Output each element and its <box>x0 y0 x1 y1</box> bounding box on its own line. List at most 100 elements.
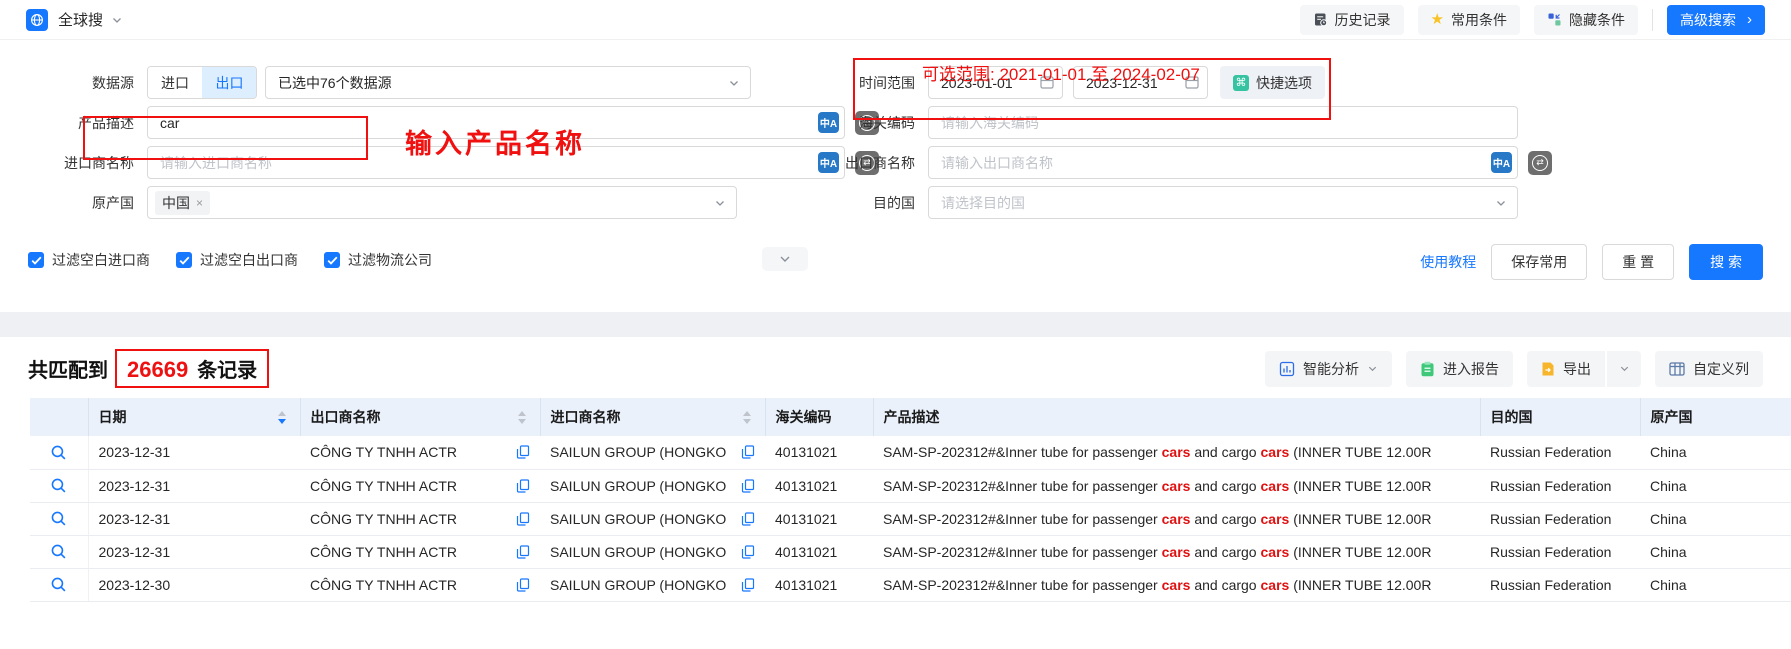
custom-columns-button[interactable]: 自定义列 <box>1655 351 1763 387</box>
cell-detail <box>30 568 88 601</box>
enter-report-button[interactable]: 进入报告 <box>1406 351 1513 387</box>
copy-icon[interactable] <box>516 445 530 459</box>
cell-product-desc: SAM-SP-202312#&Inner tube for passenger … <box>873 568 1480 601</box>
chevron-down-icon <box>1495 197 1507 209</box>
copy-icon[interactable] <box>516 578 530 592</box>
header-exporter[interactable]: 出口商名称 <box>300 398 540 436</box>
save-conditions-button[interactable]: 保存常用 <box>1491 244 1587 280</box>
header-date[interactable]: 日期 <box>88 398 300 436</box>
export-toggle-button[interactable]: 出口 <box>202 67 256 98</box>
cell-exporter: CÔNG TY TNHH ACTR <box>300 535 540 568</box>
tutorial-link[interactable]: 使用教程 <box>1420 252 1476 272</box>
cell-date: 2023-12-31 <box>88 436 300 469</box>
importer-row: 进口商名称 中A ⇄ <box>0 146 879 179</box>
row-search-icon[interactable] <box>50 510 67 527</box>
filter-label: 过滤物流公司 <box>348 250 432 270</box>
product-desc-input[interactable] <box>147 106 845 139</box>
origin-country-select[interactable]: 中国 × <box>147 186 737 219</box>
importer-input[interactable] <box>147 146 845 179</box>
row-search-icon[interactable] <box>50 543 67 560</box>
reset-button[interactable]: 重 置 <box>1602 244 1674 280</box>
hide-conditions-label: 隐藏条件 <box>1569 10 1625 30</box>
favorites-label: 常用条件 <box>1451 10 1507 30</box>
advanced-search-button[interactable]: 高级搜索 › <box>1667 5 1765 35</box>
panel-divider <box>0 312 1791 337</box>
copy-icon[interactable] <box>741 578 755 592</box>
filter-logistics-checkbox[interactable]: 过滤物流公司 <box>324 250 432 270</box>
app-title: 全球搜 <box>58 9 103 30</box>
origin-value: China <box>1650 444 1687 460</box>
filter-blank-importer-checkbox[interactable]: 过滤空白进口商 <box>28 250 150 270</box>
checkbox-checked-icon <box>324 252 340 268</box>
table-row[interactable]: 2023-12-30 CÔNG TY TNHH ACTR SAILUN GROU… <box>30 568 1791 601</box>
copy-icon[interactable] <box>516 545 530 559</box>
exporter-value: CÔNG TY TNHH ACTR <box>310 544 457 560</box>
destination-value: Russian Federation <box>1490 511 1611 527</box>
hs-code-value: 40131021 <box>775 544 837 560</box>
cell-importer: SAILUN GROUP (HONGKO <box>540 436 765 469</box>
chevron-down-icon <box>778 252 792 266</box>
collapse-icon <box>1547 12 1562 27</box>
row-search-icon[interactable] <box>50 576 67 593</box>
app-switch-chevron-icon[interactable] <box>111 14 123 26</box>
copy-icon[interactable] <box>516 512 530 526</box>
product-desc-row: 产品描述 中A ⇄ <box>0 106 879 139</box>
cell-date: 2023-12-30 <box>88 568 300 601</box>
data-source-select[interactable]: 已选中76个数据源 <box>265 66 751 99</box>
keyword-highlight: cars <box>1162 478 1191 494</box>
cell-hs-code: 40131021 <box>765 568 873 601</box>
quick-options-button[interactable]: ⌘ 快捷选项 <box>1220 66 1325 99</box>
customs-code-input[interactable] <box>928 106 1518 139</box>
copy-icon[interactable] <box>741 445 755 459</box>
date-value: 2023-12-31 <box>99 444 171 460</box>
sort-icons[interactable] <box>743 411 751 424</box>
collapse-form-button[interactable] <box>762 247 808 271</box>
history-button[interactable]: 历史记录 <box>1300 5 1404 35</box>
origin-value: China <box>1650 511 1687 527</box>
results-section: 共匹配到 26669 条记录 智能分析 进入报告 <box>0 337 1791 602</box>
table-row[interactable]: 2023-12-31 CÔNG TY TNHH ACTR SAILUN GROU… <box>30 535 1791 568</box>
header-importer[interactable]: 进口商名称 <box>540 398 765 436</box>
export-dropdown-button[interactable] <box>1607 351 1641 387</box>
copy-icon[interactable] <box>741 512 755 526</box>
annotation-box-count: 26669 条记录 <box>115 349 269 388</box>
cell-hs-code: 40131021 <box>765 436 873 469</box>
header-origin: 原产国 <box>1640 398 1791 436</box>
exporter-row: 出口商名称 中A ⇄ <box>820 146 1552 179</box>
filter-blank-exporter-checkbox[interactable]: 过滤空白出口商 <box>176 250 298 270</box>
cell-exporter: CÔNG TY TNHH ACTR <box>300 502 540 535</box>
sort-icons[interactable] <box>518 411 526 424</box>
hide-conditions-button[interactable]: 隐藏条件 <box>1534 5 1638 35</box>
copy-icon[interactable] <box>741 479 755 493</box>
origin-value: China <box>1650 478 1687 494</box>
sort-icons[interactable] <box>278 411 286 424</box>
smart-analysis-button[interactable]: 智能分析 <box>1265 351 1392 387</box>
table-row[interactable]: 2023-12-31 CÔNG TY TNHH ACTR SAILUN GROU… <box>30 469 1791 502</box>
copy-icon[interactable] <box>741 545 755 559</box>
cell-origin: China <box>1640 535 1791 568</box>
row-search-icon[interactable] <box>50 444 67 461</box>
header-icon-column <box>30 398 88 436</box>
calendar-icon[interactable] <box>1184 74 1200 90</box>
favorites-button[interactable]: ★ 常用条件 <box>1418 5 1520 35</box>
row-search-icon[interactable] <box>50 477 67 494</box>
table-body: 2023-12-31 CÔNG TY TNHH ACTR SAILUN GROU… <box>30 436 1791 601</box>
export-button[interactable]: 导出 <box>1527 351 1605 387</box>
cell-importer: SAILUN GROUP (HONGKO <box>540 568 765 601</box>
table-row[interactable]: 2023-12-31 CÔNG TY TNHH ACTR SAILUN GROU… <box>30 502 1791 535</box>
import-toggle-button[interactable]: 进口 <box>148 67 202 98</box>
destination-value: Russian Federation <box>1490 444 1611 460</box>
table-row[interactable]: 2023-12-31 CÔNG TY TNHH ACTR SAILUN GROU… <box>30 436 1791 469</box>
dest-country-select[interactable]: 请选择目的国 <box>928 186 1518 219</box>
search-button[interactable]: 搜 索 <box>1689 244 1763 280</box>
cell-detail <box>30 469 88 502</box>
exact-match-icon[interactable]: ⇄ <box>1528 151 1552 175</box>
tag-close-icon[interactable]: × <box>196 196 203 210</box>
cell-date: 2023-12-31 <box>88 502 300 535</box>
exporter-input[interactable] <box>928 146 1518 179</box>
cell-date: 2023-12-31 <box>88 535 300 568</box>
calendar-icon[interactable] <box>1039 74 1055 90</box>
filter-label: 过滤空白出口商 <box>200 250 298 270</box>
translate-icon[interactable]: 中A <box>1491 152 1512 173</box>
copy-icon[interactable] <box>516 479 530 493</box>
